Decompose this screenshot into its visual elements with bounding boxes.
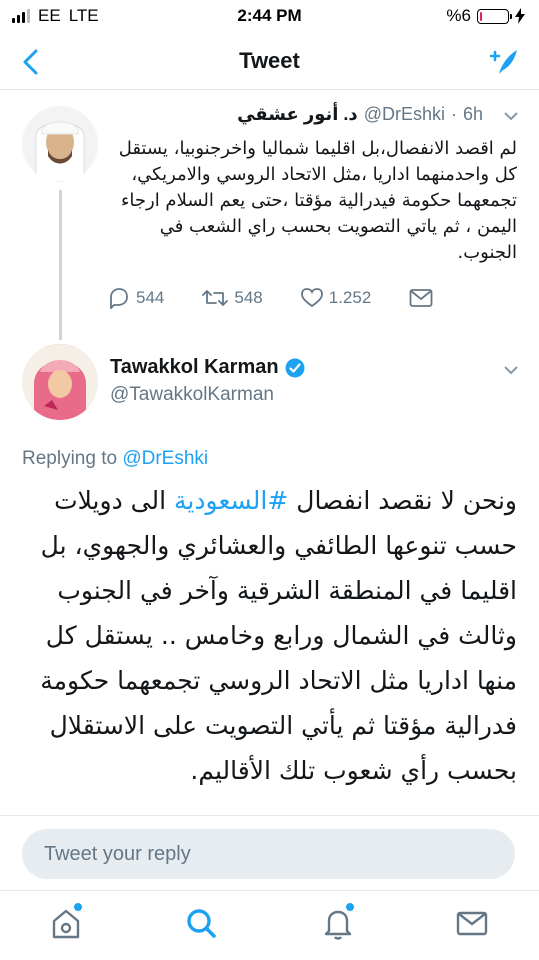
tweet-author-name[interactable]: Tawakkol Karman [110,356,305,379]
avatar-image [22,344,98,420]
parent-tweet[interactable]: @DrEshki · 6h د. أنور عشقي لم اقصد الانف… [0,90,539,340]
like-button[interactable]: 1.252 [300,287,372,309]
tab-bar [0,890,539,960]
tab-messages[interactable] [452,903,492,943]
avatar[interactable] [22,344,98,420]
separator-dot: · [450,104,457,124]
tab-notifications[interactable] [318,903,358,943]
page-title: Tweet [239,48,300,73]
verified-badge-icon [285,358,305,377]
dm-button[interactable] [409,288,433,308]
battery-level [480,11,482,21]
avatar[interactable] [22,106,98,182]
reply-count: 544 [136,288,165,307]
like-count: 1.252 [328,288,372,307]
reply-input[interactable]: Tweet your reply [22,829,515,879]
chevron-down-icon[interactable] [503,108,519,124]
avatar-image [22,106,98,182]
tweet-header: @DrEshki · 6h د. أنور عشقي [237,104,483,125]
author-name-label: Tawakkol Karman [110,356,279,378]
tweet-actions: 544 548 1.252 [108,287,459,309]
envelope-icon [409,289,433,307]
compose-tweet-icon[interactable] [485,44,521,80]
tweet-handle[interactable]: @DrEshki [364,104,445,125]
replying-prefix: Replying to [22,448,118,469]
charging-bolt-icon [515,8,525,24]
retweet-count: 548 [234,288,263,307]
retweet-button[interactable]: 548 [202,287,263,309]
tweet-text: ونحن لا نقصد انفصال #السعودية الى دويلات… [18,478,517,793]
battery-icon [477,8,512,24]
battery-percent: %6 [446,6,471,25]
tweet-text-start: ونحن لا نقصد انفصال [288,486,517,515]
nav-bar: Tweet [0,34,539,90]
status-bar: EE LTE 2:44 PM %6 [0,0,539,34]
reply-composer: Tweet your reply [0,815,539,890]
mail-icon [456,911,488,936]
tweet-author-name[interactable]: د. أنور عشقي [237,104,358,125]
tab-search[interactable] [181,903,221,943]
tweet-handle[interactable]: @TawakkolKarman [110,384,274,406]
replying-to-link[interactable]: @DrEshki [122,448,208,469]
tab-home[interactable] [46,903,86,943]
search-icon [187,909,216,938]
thread-line [59,190,62,340]
chevron-down-icon[interactable] [503,362,519,378]
tweet-text: لم اقصد الانفصال،بل اقليما شماليا واخرجن… [118,138,517,263]
hashtag-link[interactable]: #السعودية [174,486,288,515]
retweet-icon [202,290,229,306]
heart-icon [300,288,323,308]
reply-icon [110,288,128,309]
replying-to: Replying to @DrEshki [22,448,208,470]
reply-button[interactable]: 544 [108,287,164,309]
unread-dot [346,903,354,911]
unread-dot [74,903,82,911]
tweet-text-end: الى دويلات حسب تنوعها الطائفي والعشائري … [40,486,517,785]
tweet-time: 6h [462,104,483,124]
